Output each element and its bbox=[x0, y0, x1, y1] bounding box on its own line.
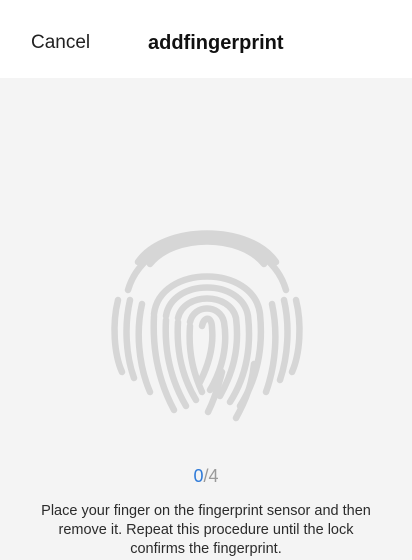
page-title: addfingerprint bbox=[148, 32, 284, 54]
add-fingerprint-screen: Cancel addfingerprint 0/4 Place your fin… bbox=[0, 0, 412, 560]
enrollment-progress: 0/4 bbox=[0, 464, 412, 488]
cancel-button[interactable]: Cancel bbox=[31, 30, 90, 56]
header-bar: Cancel addfingerprint bbox=[0, 0, 412, 78]
fingerprint-icon bbox=[104, 204, 310, 426]
progress-current: 0 bbox=[193, 466, 204, 486]
progress-total: 4 bbox=[208, 466, 219, 486]
instructions-text: Place your finger on the fingerprint sen… bbox=[41, 503, 371, 557]
